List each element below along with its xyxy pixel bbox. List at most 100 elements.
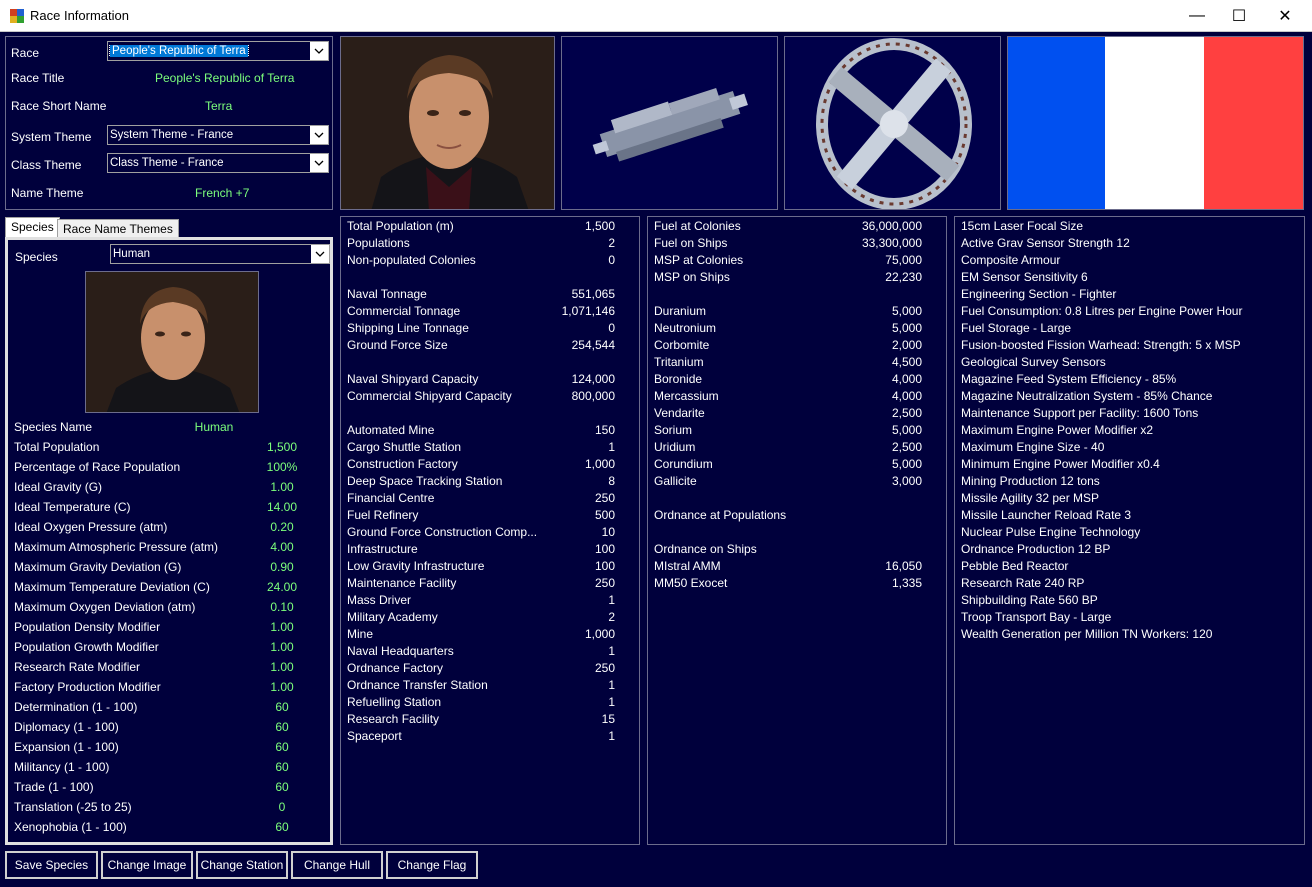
race-flag-image[interactable] [1007,36,1304,210]
technology-item[interactable]: Fuel Consumption: 0.8 Litres per Engine … [961,304,1242,318]
technology-item[interactable]: Magazine Neutralization System - 85% Cha… [961,389,1212,403]
technology-item[interactable]: Troop Transport Bay - Large [961,610,1111,624]
technology-item[interactable]: Mining Production 12 tons [961,474,1100,488]
resource-row-value: 3,000 [891,474,922,488]
population-row: Mine 1,000 [341,627,639,644]
resource-row: Corundium 5,000 [648,457,946,474]
chevron-down-icon[interactable] [310,42,328,60]
close-button[interactable]: ✕ [1262,0,1308,32]
chevron-down-icon[interactable] [310,154,328,172]
species-panel: Species Human Species Name Human Total Pop… [5,237,333,845]
species-attribute-value: 0.90 [270,560,294,574]
technology-item[interactable]: Research Rate 240 RP [961,576,1084,590]
maximize-button[interactable]: ☐ [1216,0,1262,32]
resource-row-label: Neutronium [654,321,717,335]
species-portrait-image[interactable] [85,271,259,413]
population-row-value: 0 [608,253,615,267]
population-row-value: 1 [608,678,615,692]
technology-item[interactable]: Missile Launcher Reload Rate 3 [961,508,1131,522]
population-row-label: Ground Force Construction Comp... [347,525,538,539]
technology-item[interactable]: Maximum Engine Size - 40 [961,440,1104,454]
tab-race-name-themes[interactable]: Race Name Themes [57,219,179,238]
system-theme-select[interactable]: System Theme - France [107,125,329,145]
species-attribute-value: 0.20 [270,520,294,534]
species-attribute-label: Total Population [14,440,100,454]
resource-row: Gallicite 3,000 [648,474,946,491]
resource-row-value: 1,335 [891,576,922,590]
window-title: Race Information [30,8,129,23]
technology-item[interactable]: Maintenance Support per Facility: 1600 T… [961,406,1198,420]
population-row: Total Population (m) 1,500 [341,219,639,236]
class-theme-select[interactable]: Class Theme - France [107,153,329,173]
technology-item[interactable]: Composite Armour [961,253,1060,267]
species-attribute-value: 1.00 [270,680,294,694]
species-attribute-value: 24.00 [266,580,298,594]
resource-row-label: Boronide [654,372,703,386]
technology-item[interactable]: Fusion-boosted Fission Warhead: Strength… [961,338,1241,352]
population-row-label: Commercial Tonnage [347,304,461,318]
hull-image[interactable] [784,36,1001,210]
species-select[interactable]: Human [110,244,330,264]
population-row-label: Maintenance Facility [347,576,457,590]
species-attribute-label: Ideal Oxygen Pressure (atm) [14,520,168,534]
species-attribute-row: Maximum Gravity Deviation (G) 0.90 [8,560,330,580]
species-attribute-label: Determination (1 - 100) [14,700,138,714]
resource-row-label: Ordnance on Ships [654,542,757,556]
population-row-label: Commercial Shipyard Capacity [347,389,512,403]
resource-row-value: 75,000 [885,253,922,267]
resource-row-value: 5,000 [891,321,922,335]
species-attribute-label: Translation (-25 to 25) [14,800,132,814]
station-image[interactable] [561,36,778,210]
technology-item[interactable]: Magazine Feed System Efficiency - 85% [961,372,1176,386]
technology-item[interactable]: Nuclear Pulse Engine Technology [961,525,1140,539]
change-flag-button[interactable]: Change Flag [386,851,478,879]
technology-item[interactable]: EM Sensor Sensitivity 6 [961,270,1088,284]
chevron-down-icon[interactable] [310,126,328,144]
race-portrait-image[interactable] [340,36,555,210]
technology-item[interactable]: Maximum Engine Power Modifier x2 [961,423,1153,437]
population-row: Research Facility 15 [341,712,639,729]
population-row [341,270,639,287]
save-species-button[interactable]: Save Species [5,851,98,879]
population-row-label: Mass Driver [347,593,412,607]
minimize-button[interactable]: — [1174,0,1220,32]
technology-item[interactable]: Engineering Section - Fighter [961,287,1116,301]
race-select[interactable]: People's Republic of Terra [107,41,329,61]
app-icon [10,8,24,23]
resource-row: Duranium 5,000 [648,304,946,321]
technology-item[interactable]: Shipbuilding Rate 560 BP [961,593,1098,607]
name-theme-label: Name Theme [11,186,84,200]
species-attribute-row: Population Density Modifier 1.00 [8,620,330,640]
population-row-value: 2 [608,610,615,624]
species-attribute-value: 0 [278,800,286,814]
chevron-down-icon[interactable] [311,245,329,263]
technology-item[interactable]: Active Grav Sensor Strength 12 [961,236,1130,250]
resource-row [648,491,946,508]
population-row: Ground Force Size 254,544 [341,338,639,355]
species-attribute-row: Ideal Oxygen Pressure (atm) 0.20 [8,520,330,540]
resource-row-value: 5,000 [891,457,922,471]
population-row-value: 800,000 [571,389,615,403]
change-image-button[interactable]: Change Image [101,851,193,879]
technology-item[interactable]: 15cm Laser Focal Size [961,219,1083,233]
technology-item[interactable]: Minimum Engine Power Modifier x0.4 [961,457,1160,471]
population-row-value: 100 [594,542,615,556]
species-attribute-row: Determination (1 - 100) 60 [8,700,330,720]
species-attribute-label: Trade (1 - 100) [14,780,94,794]
change-hull-button[interactable]: Change Hull [291,851,383,879]
technology-item[interactable]: Missile Agility 32 per MSP [961,491,1099,505]
species-attribute-label: Percentage of Race Population [14,460,181,474]
population-row-value: 254,544 [571,338,615,352]
technology-item[interactable]: Fuel Storage - Large [961,321,1071,335]
resource-row: Vendarite 2,500 [648,406,946,423]
change-station-button[interactable]: Change Station [196,851,288,879]
population-row: Automated Mine 150 [341,423,639,440]
resource-row: MM50 Exocet 1,335 [648,576,946,593]
species-attribute-label: Militancy (1 - 100) [14,760,110,774]
tab-species[interactable]: Species [5,217,60,238]
population-row: Low Gravity Infrastructure 100 [341,559,639,576]
technology-item[interactable]: Geological Survey Sensors [961,355,1106,369]
technology-item[interactable]: Pebble Bed Reactor [961,559,1068,573]
technology-item[interactable]: Wealth Generation per Million TN Workers… [961,627,1212,641]
technology-item[interactable]: Ordnance Production 12 BP [961,542,1110,556]
